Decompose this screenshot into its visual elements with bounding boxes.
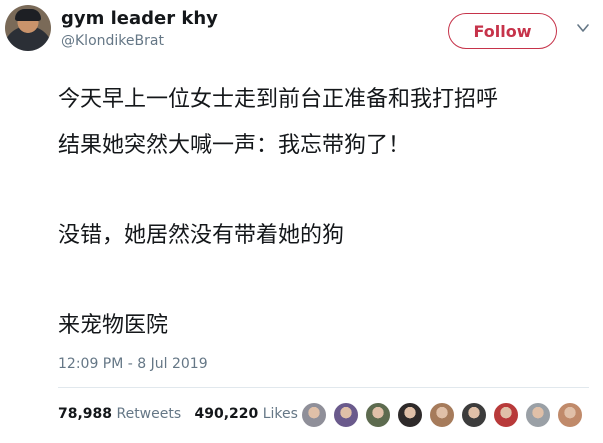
- retweets-count[interactable]: 78,988: [58, 406, 112, 422]
- tweet-line: 今天早上一位女士走到前台正准备和我打招呼: [58, 87, 499, 112]
- liker-avatar-5[interactable]: [429, 402, 455, 428]
- divider: [58, 387, 589, 388]
- user-handle[interactable]: @KlondikeBrat: [61, 33, 164, 49]
- user-avatar[interactable]: [5, 5, 51, 51]
- chevron-down-icon[interactable]: [576, 21, 590, 35]
- tweet-line: 没错，她居然没有带着她的狗: [58, 223, 345, 248]
- liker-avatars: [301, 402, 583, 430]
- tweet-line: 结果她突然大喊一声：我忘带狗了！: [58, 133, 411, 158]
- liker-avatar-7[interactable]: [493, 402, 519, 428]
- liker-avatar-4[interactable]: [397, 402, 423, 428]
- avatar-hat-shape: [15, 9, 41, 21]
- tweet-timestamp[interactable]: 12:09 PM - 8 Jul 2019: [58, 356, 208, 372]
- liker-avatar-3[interactable]: [365, 402, 391, 428]
- follow-button[interactable]: Follow: [448, 13, 557, 49]
- likes-label[interactable]: Likes: [263, 406, 298, 422]
- likes-count[interactable]: 490,220: [195, 406, 259, 422]
- liker-avatar-1[interactable]: [301, 402, 327, 428]
- liker-avatar-6[interactable]: [461, 402, 487, 428]
- retweets-label[interactable]: Retweets: [116, 406, 181, 422]
- liker-avatar-2[interactable]: [333, 402, 359, 428]
- liker-avatar-8[interactable]: [525, 402, 551, 428]
- liker-avatar-9[interactable]: [557, 402, 583, 428]
- tweet-stats: 78,988 Retweets 490,220 Likes: [58, 406, 298, 422]
- display-name[interactable]: gym leader khy: [61, 8, 218, 29]
- tweet-line: 来宠物医院: [58, 313, 169, 338]
